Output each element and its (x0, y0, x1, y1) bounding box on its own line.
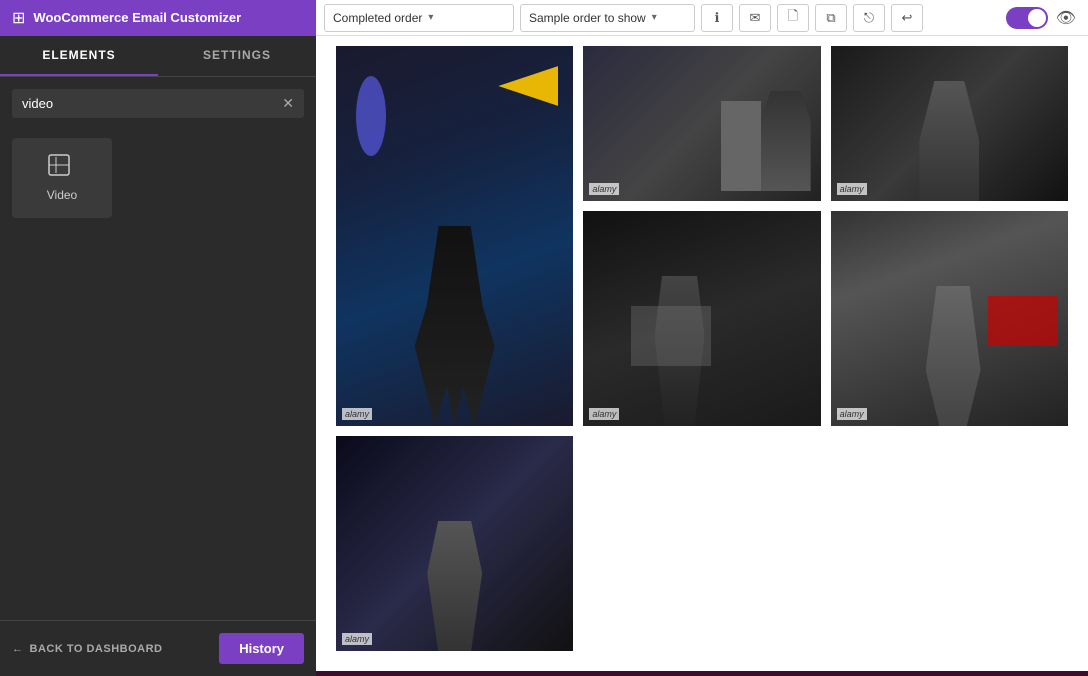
eye-icon: 👁 (1056, 10, 1076, 27)
completed-order-dropdown[interactable]: Completed order ▾ (324, 4, 514, 32)
sidebar-bottom: ← BACK TO DASHBOARD History (0, 620, 316, 676)
completed-order-chevron: ▾ (428, 12, 433, 23)
top-bar-controls: Completed order ▾ Sample order to show ▾… (316, 4, 1088, 32)
watermark-1: alamy (342, 408, 372, 420)
doc-button[interactable]: 🗋 (777, 4, 809, 32)
preview-toggle[interactable] (1006, 7, 1048, 29)
mail-button[interactable]: ✉ (739, 4, 771, 32)
back-arrow-icon: ← (12, 643, 24, 655)
image-item-4: alamy (583, 211, 820, 426)
sample-order-chevron: ▾ (652, 12, 657, 23)
video-element[interactable]: Video (12, 138, 112, 218)
watermark-4: alamy (589, 408, 619, 420)
sidebar-content: Video (0, 126, 316, 620)
search-input[interactable] (22, 96, 274, 111)
image-item-1: alamy (336, 46, 573, 426)
eye-button[interactable]: 👁 (1056, 8, 1076, 28)
tab-settings[interactable]: SETTINGS (158, 36, 316, 76)
main-content: ‹ alamy (316, 36, 1088, 676)
mail-icon: ✉ (750, 10, 761, 26)
toggle-knob (1028, 9, 1046, 27)
copy-button[interactable]: ⧉ (815, 4, 847, 32)
export-button[interactable]: ⎋ (853, 4, 885, 32)
images-grid: alamy alamy (336, 46, 1068, 651)
images-section: alamy alamy (316, 36, 1088, 671)
top-bar: ⊞ WooCommerce Email Customizer Completed… (0, 0, 1088, 36)
toggle-area: 👁 (1006, 7, 1080, 29)
image-item-5: alamy (831, 211, 1068, 426)
canvas-area: ‹ alamy (316, 36, 1088, 676)
sample-order-dropdown[interactable]: Sample order to show ▾ (520, 4, 695, 32)
video-icon (48, 154, 76, 182)
email-footer: in P (316, 671, 1088, 676)
tab-elements[interactable]: ELEMENTS (0, 36, 158, 76)
clear-search-icon[interactable]: ✕ (282, 95, 294, 112)
brand-icon: ⊞ (12, 8, 25, 28)
watermark-6: alamy (342, 633, 372, 645)
watermark-3: alamy (837, 183, 867, 195)
sidebar-tabs: ELEMENTS SETTINGS (0, 36, 316, 77)
info-icon: ℹ (715, 10, 720, 26)
copy-icon: ⧉ (826, 10, 835, 26)
brand-title: WooCommerce Email Customizer (33, 10, 241, 25)
export-icon: ⎋ (864, 10, 874, 26)
completed-order-label: Completed order (333, 11, 422, 25)
sample-order-label: Sample order to show (529, 11, 646, 25)
back-label: BACK TO DASHBOARD (30, 643, 163, 655)
history-button[interactable]: History (219, 633, 304, 664)
back-to-dashboard-link[interactable]: ← BACK TO DASHBOARD (12, 643, 162, 655)
image-item-2: alamy (583, 46, 820, 201)
image-item-3: alamy (831, 46, 1068, 201)
watermark-2: alamy (589, 183, 619, 195)
email-preview: alamy alamy (316, 36, 1088, 676)
brand-area: ⊞ WooCommerce Email Customizer (0, 0, 316, 36)
watermark-5: alamy (837, 408, 867, 420)
video-label: Video (47, 188, 77, 202)
undo-icon: ↩ (902, 10, 913, 26)
image-item-6: alamy (336, 436, 573, 651)
undo-button[interactable]: ↩ (891, 4, 923, 32)
info-button[interactable]: ℹ (701, 4, 733, 32)
sidebar: ELEMENTS SETTINGS ✕ Video ← BACK TO DASH… (0, 36, 316, 676)
sidebar-search-area: ✕ (12, 89, 304, 118)
doc-icon: 🗋 (788, 7, 798, 29)
